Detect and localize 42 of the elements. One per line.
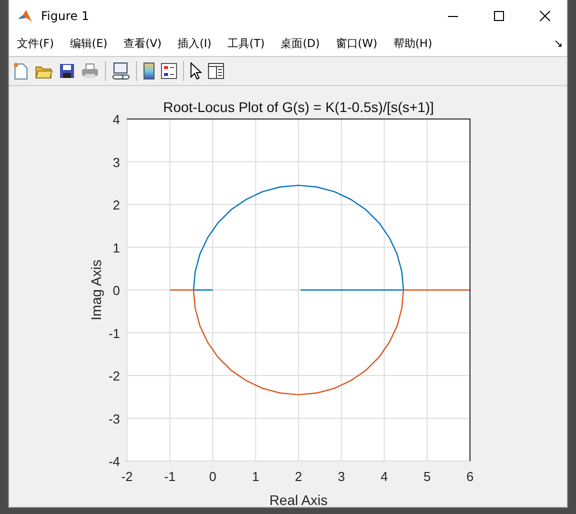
menu-item[interactable]: 窗口(W): [336, 36, 378, 51]
legend-icon[interactable]: [161, 63, 177, 79]
tick-label: 6: [466, 469, 474, 484]
maximize-icon[interactable]: [493, 10, 505, 22]
dock-arrow[interactable]: ↘: [554, 37, 563, 50]
tick-label: 0: [112, 283, 120, 298]
new-file-icon[interactable]: [13, 62, 29, 80]
menu-item[interactable]: 工具(T): [227, 36, 265, 51]
menu-item[interactable]: 桌面(D): [280, 36, 320, 51]
chart-title: Root-Locus Plot of G(s) = K(1-0.5s)/[s(s+1)]: [163, 99, 434, 115]
colorbar-icon[interactable]: [143, 62, 155, 80]
tick-label: 5: [424, 469, 431, 484]
tick-label: -2: [108, 368, 120, 384]
link-plot-icon[interactable]: [112, 62, 130, 80]
tick-label: -3: [108, 411, 120, 426]
tick-label: 3: [338, 469, 345, 484]
pointer-icon[interactable]: [190, 62, 202, 80]
menu-item[interactable]: 编辑(E): [70, 36, 108, 51]
tick-label: -2: [121, 469, 133, 484]
tick-label: 0: [209, 469, 216, 484]
tick-label: -1: [164, 469, 176, 484]
logo-icon: [17, 8, 33, 24]
menu-item[interactable]: 查看(V): [123, 36, 162, 51]
tick-label: 3: [112, 154, 120, 170]
tick-label: -1: [108, 326, 120, 341]
tick-label: 1: [252, 469, 260, 484]
axis-label: Imag Axis: [88, 260, 104, 320]
menu-item[interactable]: 插入(I): [178, 36, 212, 51]
tick-label: -4: [108, 454, 120, 469]
window-title: Figure 1: [41, 8, 90, 22]
axis-label: Real Axis: [269, 492, 328, 506]
printer-icon[interactable]: [81, 63, 99, 79]
tick-label: 4: [112, 112, 120, 127]
save-icon[interactable]: [59, 63, 75, 79]
property-panel-icon[interactable]: [208, 63, 224, 79]
menu-item[interactable]: 帮助(H): [393, 36, 432, 51]
tick-label: 1: [112, 240, 120, 256]
tick-label: 2: [112, 198, 120, 212]
tick-label: 2: [294, 469, 302, 484]
tick-label: 4: [380, 469, 388, 484]
close-icon[interactable]: [539, 10, 551, 22]
menu-item[interactable]: 文件(F): [17, 36, 54, 51]
